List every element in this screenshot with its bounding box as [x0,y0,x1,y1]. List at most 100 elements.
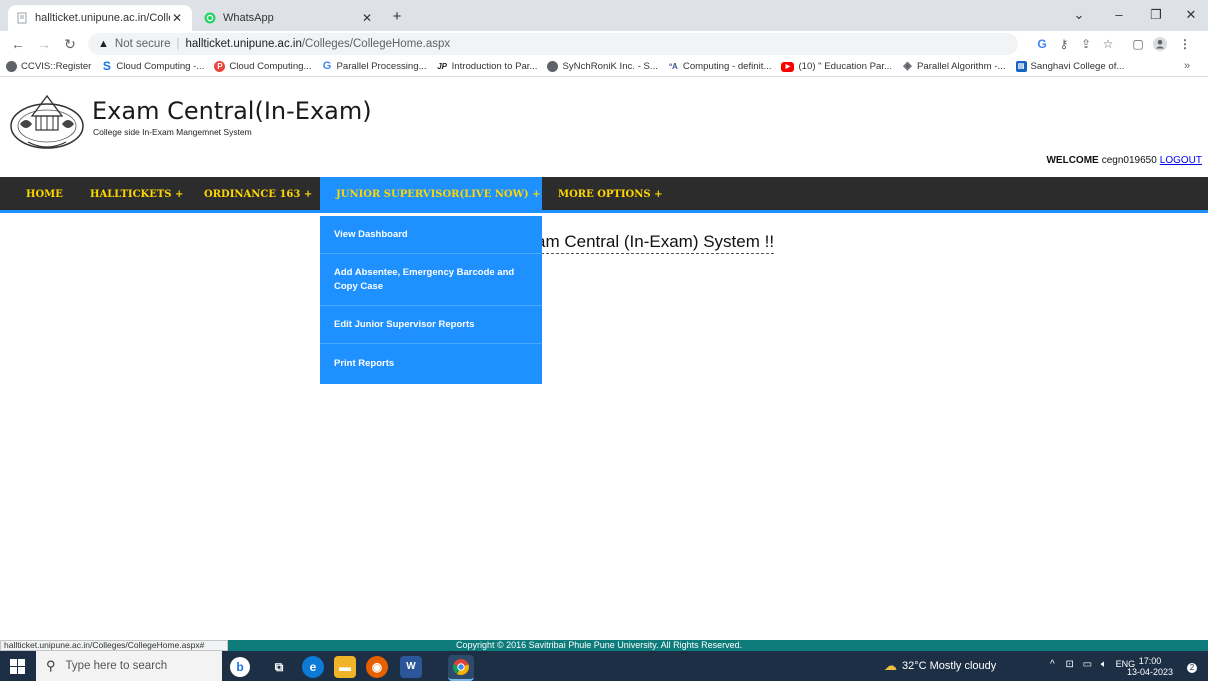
tab-title: hallticket.unipune.ac.in/Colleges [35,12,170,24]
bookmark-label: CCVIS::Register [21,61,92,72]
search-placeholder: Type here to search [65,660,168,672]
menu-item-edit-reports[interactable]: Edit Junior Supervisor Reports [320,306,542,344]
bookmark-intro-parallel[interactable]: JP Introduction to Par... [437,61,538,72]
key-icon[interactable]: ⚷ [1054,34,1074,54]
notification-icon[interactable]: 2 [1180,658,1197,674]
bookmark-label: SyNchRoniK Inc. - S... [562,61,658,72]
cloud-icon: ☁ [884,658,897,673]
menu-item-view-dashboard[interactable]: View Dashboard [320,216,542,254]
bookmark-ccvis[interactable]: CCVIS::Register [6,61,91,72]
menu-item-add-absentee[interactable]: Add Absentee, Emergency Barcode and Copy… [320,254,542,306]
profile-icon[interactable] [1150,34,1170,54]
whatsapp-icon [204,12,216,24]
side-panel-icon[interactable]: ▢ [1128,34,1148,54]
bookmark-education-par[interactable]: ▶ (10) " Education Par... [781,61,892,72]
forward-icon[interactable]: → [34,34,54,54]
page-icon [17,12,27,24]
bookmark-synchronik[interactable]: SyNchRoniK Inc. - S... [547,61,658,72]
junior-supervisor-dropdown: View Dashboard Add Absentee, Emergency B… [320,216,542,384]
restore-button[interactable]: ❐ [1142,5,1170,25]
tab-whatsapp[interactable]: WhatsApp ✕ [196,5,382,31]
network-icon[interactable]: ⊡ [1065,659,1073,670]
chevron-up-icon[interactable]: ^ [1050,659,1055,670]
dict-icon: ºA [669,62,678,71]
clock[interactable]: 17:00 13-04-2023 [1127,656,1173,678]
share-icon[interactable]: ⇪ [1076,34,1096,54]
bookmark-cloud-computing-2[interactable]: P Cloud Computing... [214,61,311,72]
bookmark-label: Cloud Computing... [229,61,312,72]
close-tab-icon[interactable]: ✕ [360,11,374,25]
chrome-taskbar-button[interactable] [448,655,474,681]
university-seal-icon [10,94,84,149]
p-icon: P [214,61,226,72]
word-icon[interactable]: W [400,656,422,678]
bookmark-parallel-processing[interactable]: G Parallel Processing... [321,60,427,73]
status-url-popup: hallticket.unipune.ac.in/Colleges/Colleg… [0,640,228,651]
youtube-icon: ▶ [781,61,795,72]
jp-icon: JP [437,62,447,71]
task-view-icon[interactable]: ⧉ [268,656,290,678]
close-tab-icon[interactable]: ✕ [170,11,184,25]
menu-item-print-reports[interactable]: Print Reports [320,344,542,384]
chrome-icon [453,659,469,676]
bookmark-label: Cloud Computing -... [116,61,205,72]
bookmark-sanghavi[interactable]: ▤ Sanghavi College of... [1015,61,1125,72]
bookmark-label: Parallel Processing... [336,61,427,72]
not-secure-label: Not secure [114,38,171,50]
edge-icon[interactable]: e [302,656,324,678]
bookmark-parallel-algorithm[interactable]: ◈ Parallel Algorithm -... [902,60,1005,73]
close-window-button[interactable]: ✕ [1177,5,1205,25]
main-nav: HOME HALLTICKETS + ORDINANCE 163 + JUNIO… [0,177,1208,213]
bookmark-label: Computing - definit... [682,61,772,72]
google-translate-icon[interactable]: G [1032,34,1052,54]
bookmarks-bar: CCVIS::Register S Cloud Computing -... PC… [0,57,1208,77]
tab-title: WhatsApp [223,12,274,24]
bookmark-label: Sanghavi College of... [1030,61,1125,72]
windows-start-icon[interactable] [10,659,25,674]
url-host: hallticket.unipune.ac.in [185,38,302,50]
clock-date: 13-04-2023 [1127,667,1174,677]
bookmark-computing-definition[interactable]: ºA Computing - definit... [668,61,772,72]
nav-ordinance-163[interactable]: ORDINANCE 163 + [192,177,324,213]
site-subtitle: College side In-Exam Mangemnet System [93,127,252,137]
logout-link[interactable]: LOGOUT [1160,155,1202,166]
bookmark-label: (10) " Education Par... [798,61,892,72]
nav-more-options[interactable]: MORE OPTIONS + [546,177,674,213]
bookmark-label: Introduction to Par... [451,61,538,72]
google-icon: G [322,60,332,72]
minimize-button[interactable]: – [1105,5,1133,25]
username: cegn019650 [1101,155,1157,166]
weather-widget[interactable]: ☁ 32°C Mostly cloudy [884,658,996,674]
url-path: /Colleges/CollegeHome.aspx [301,38,451,50]
star-icon[interactable]: ☆ [1098,34,1118,54]
weather-text: 32°C Mostly cloudy [902,660,997,672]
bookmarks-overflow-icon[interactable]: » [1184,60,1190,72]
welcome-heading: am Central (In-Exam) System !! [536,232,775,254]
taskbar-search[interactable]: ⚲ Type here to search [36,651,222,681]
menu-icon[interactable]: ⋮ [1175,34,1195,54]
bookmark-cloud-computing-1[interactable]: S Cloud Computing -... [101,60,205,72]
globe-icon [6,61,17,72]
new-tab-button[interactable]: + [387,7,407,27]
browser-tab-strip: hallticket.unipune.ac.in/Colleges ✕ What… [0,0,1208,31]
tab-search-icon[interactable]: ⌄ [1065,5,1093,25]
footer-bar: Copyright © 2016 Savitribai Phule Pune U… [228,640,1208,651]
notification-count: 2 [1187,663,1197,673]
diamond-icon: ◈ [903,60,912,72]
volume-icon[interactable]: 🔈︎ [1101,659,1107,670]
site-title: Exam Central(In-Exam) [92,97,372,125]
firefox-icon[interactable]: ◉ [366,656,388,678]
back-icon[interactable]: ← [8,34,28,54]
nav-halltickets[interactable]: HALLTICKETS + [78,177,195,213]
bing-icon[interactable]: b [230,657,250,677]
tab-hallticket[interactable]: hallticket.unipune.ac.in/Colleges ✕ [8,5,192,31]
welcome-label: WELCOME [1046,155,1099,166]
nav-junior-supervisor[interactable]: JUNIOR SUPERVISOR(LIVE NOW) + [320,177,542,213]
reload-icon[interactable]: ↻ [60,34,80,54]
address-bar[interactable]: ▲ Not secure | hallticket.unipune.ac.in … [88,33,1018,55]
search-icon: ⚲ [46,658,56,673]
display-icon[interactable]: ▭ [1083,659,1092,670]
copyright-text: Copyright © 2016 Savitribai Phule Pune U… [456,640,743,650]
nav-home[interactable]: HOME [14,177,75,213]
file-explorer-icon[interactable]: ▬ [334,656,356,678]
